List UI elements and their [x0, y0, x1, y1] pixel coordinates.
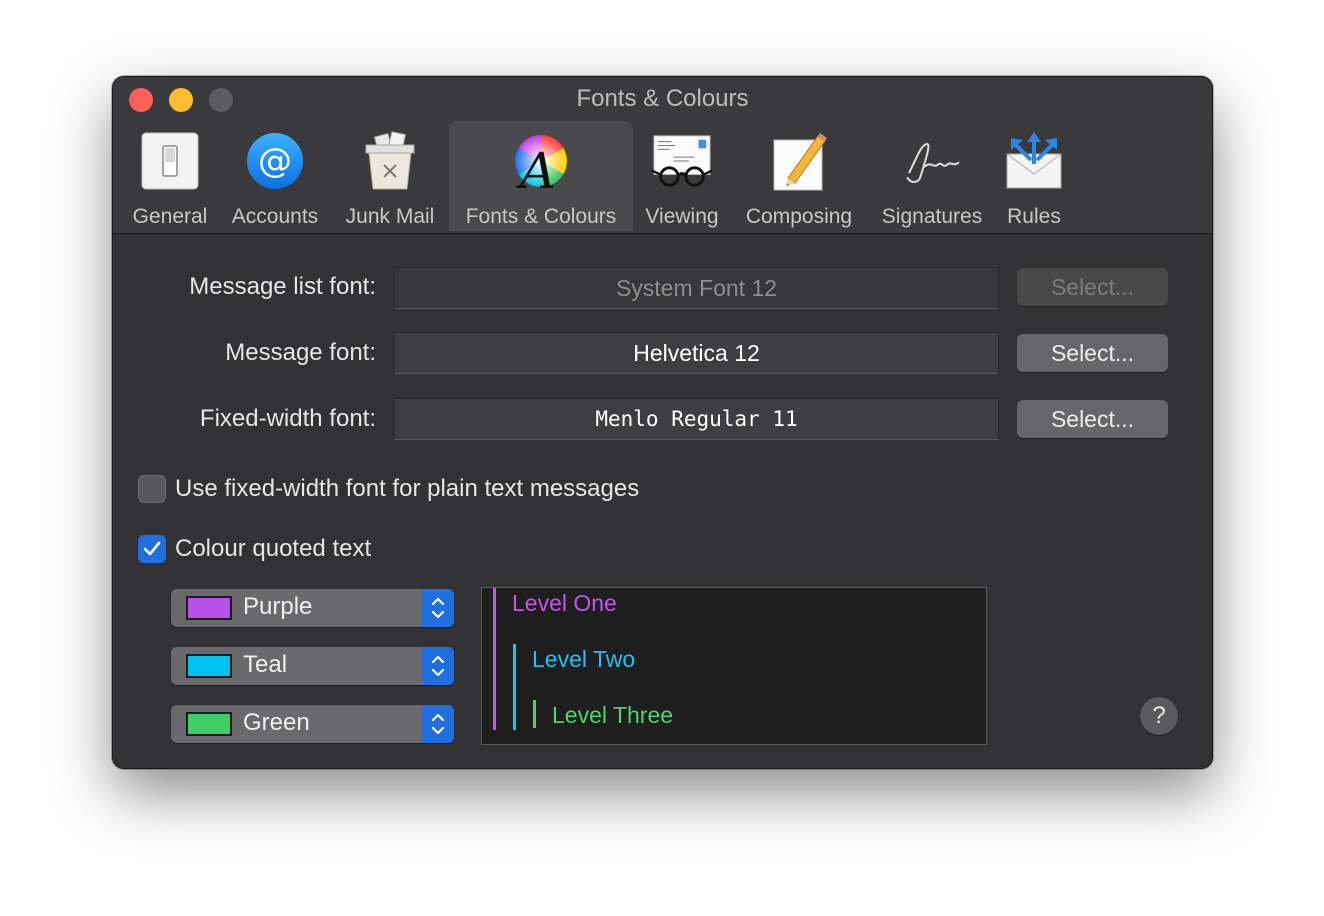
fixed-width-plain-label[interactable]: Use fixed-width font for plain text mess…: [175, 475, 639, 503]
chevron-updown-icon: [422, 589, 454, 627]
tab-general[interactable]: General: [125, 121, 215, 231]
tab-signatures-label: Signatures: [881, 205, 983, 228]
message-font-label: Message font:: [225, 339, 376, 366]
svg-text:@: @: [258, 141, 292, 181]
rules-envelope-icon: [1002, 129, 1066, 193]
help-button[interactable]: ?: [1140, 697, 1178, 735]
popup-label: Purple: [243, 593, 313, 620]
tab-signatures[interactable]: Signatures: [875, 121, 989, 231]
message-list-font-field: System Font 12: [394, 267, 999, 309]
tab-accounts[interactable]: @ Accounts: [225, 121, 325, 231]
popup-label: Green: [243, 709, 310, 736]
quote-level-2-bar: [513, 644, 516, 730]
fixed-width-font-field: Menlo Regular 11: [394, 398, 999, 440]
title-bar: Fonts & Colours General @ Accounts Junk …: [113, 77, 1212, 234]
quote-level-1-bar: [493, 588, 496, 730]
chevron-updown-icon: [422, 647, 454, 685]
tab-composing-label: Composing: [745, 205, 853, 228]
preferences-toolbar: General @ Accounts Junk Mail A Fonts & C…: [113, 121, 1212, 233]
switch-icon: [138, 129, 202, 193]
message-list-font-label: Message list font:: [189, 273, 376, 300]
tab-accounts-label: Accounts: [231, 205, 319, 228]
svg-text:A: A: [516, 142, 556, 192]
quote-level-3-colour-popup[interactable]: Green: [171, 705, 454, 743]
tab-fonts-colours-label: Fonts & Colours: [465, 205, 617, 228]
fixed-width-plain-checkbox[interactable]: [138, 475, 166, 503]
quote-level-3-bar: [533, 700, 536, 728]
colour-swatch: [186, 596, 232, 620]
fixed-width-font-select-button[interactable]: Select...: [1017, 400, 1168, 438]
message-list-font-select-button: Select...: [1017, 268, 1168, 306]
message-font-select-button[interactable]: Select...: [1017, 334, 1168, 372]
quote-level-2-colour-popup[interactable]: Teal: [171, 647, 454, 685]
at-sign-icon: @: [243, 129, 307, 193]
quote-level-1-text: Level One: [512, 590, 617, 616]
signature-icon: [900, 129, 964, 193]
tab-viewing-label: Viewing: [645, 205, 719, 228]
tab-junk-mail[interactable]: Junk Mail: [337, 121, 443, 231]
colour-quoted-label[interactable]: Colour quoted text: [175, 535, 371, 563]
tab-viewing[interactable]: Viewing: [637, 121, 727, 231]
fixed-width-font-label: Fixed-width font:: [199, 405, 376, 432]
glasses-letter-icon: [650, 129, 714, 193]
window-title: Fonts & Colours: [576, 85, 749, 112]
popup-label: Teal: [243, 651, 288, 678]
checkmark-icon: [143, 541, 161, 556]
tab-rules-label: Rules: [1007, 205, 1061, 228]
quote-level-2-text: Level Two: [532, 646, 636, 672]
junk-bin-icon: [358, 129, 422, 193]
chevron-updown-icon: [422, 705, 454, 743]
tab-junk-mail-label: Junk Mail: [345, 205, 435, 228]
tab-composing[interactable]: Composing: [737, 121, 861, 231]
tab-rules[interactable]: Rules: [997, 121, 1071, 231]
tab-fonts-colours[interactable]: A Fonts & Colours: [449, 121, 633, 231]
colour-quoted-checkbox[interactable]: [138, 535, 166, 563]
colour-swatch: [186, 654, 232, 678]
quote-level-3-text: Level Three: [552, 702, 674, 728]
tab-general-label: General: [132, 205, 208, 228]
message-font-field: Helvetica 12: [394, 332, 999, 374]
colour-swatch: [186, 712, 232, 736]
quoted-text-preview: Level One Level Two Level Three: [481, 587, 987, 745]
pencil-paper-icon: [767, 129, 831, 193]
preferences-window: Fonts & Colours General @ Accounts Junk …: [112, 76, 1213, 769]
font-colour-wheel-icon: A: [509, 129, 573, 193]
quote-level-1-colour-popup[interactable]: Purple: [171, 589, 454, 627]
